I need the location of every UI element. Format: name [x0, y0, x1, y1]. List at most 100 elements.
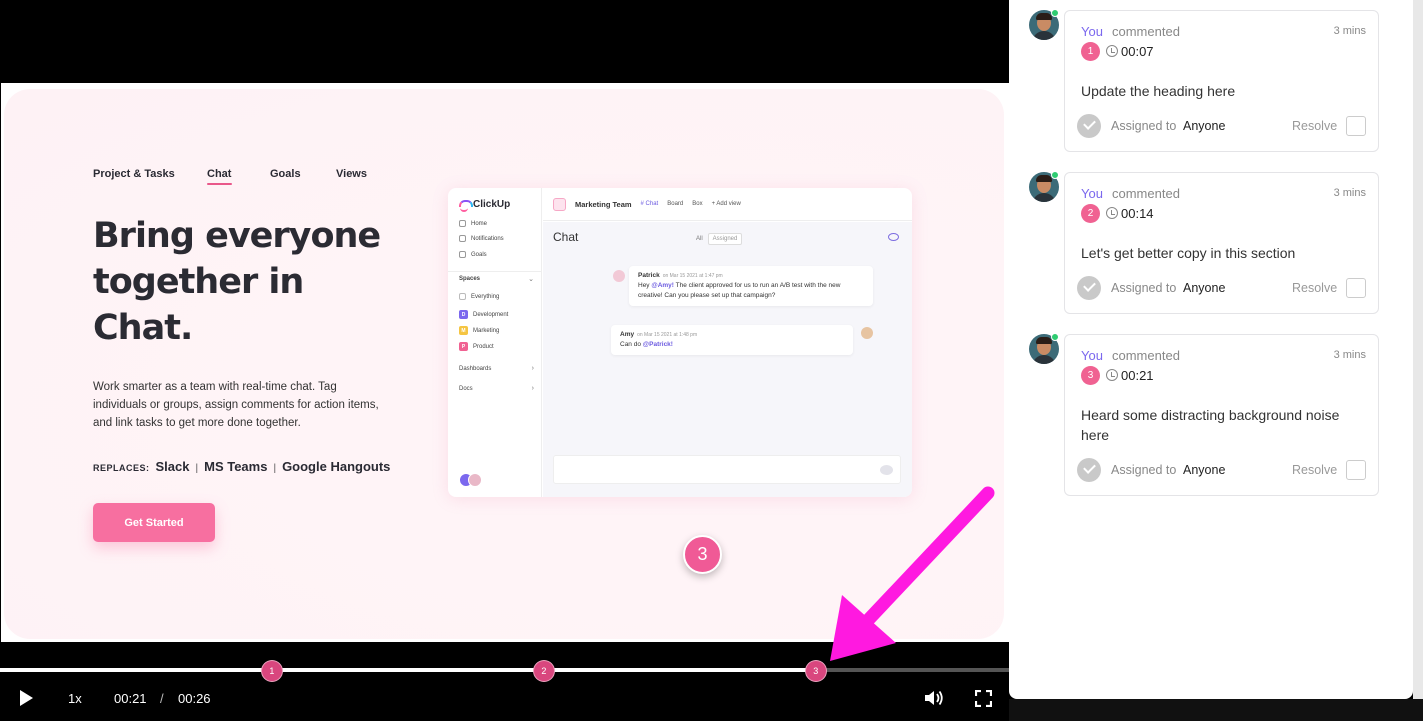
- chat-bubble-icon: [880, 465, 893, 475]
- comment-number-badge: 1: [1081, 42, 1100, 61]
- clock-icon: [1106, 207, 1118, 219]
- sidebar-item-dashboards: Dashboards: [459, 366, 492, 372]
- replaces-app: Slack: [155, 459, 190, 474]
- comment-number-badge: 3: [1081, 366, 1100, 385]
- comment-card: You commented 3 mins 1 00:07 Update the …: [1064, 10, 1379, 152]
- avatar: [613, 270, 625, 282]
- resolve-label: Resolve: [1292, 119, 1338, 133]
- chat-message: Patrick on Mar 15 2021 at 1:47 pm Hey @Am…: [629, 266, 873, 306]
- nav-views: Views: [336, 168, 367, 180]
- clickup-logo-icon: [459, 199, 473, 212]
- replaces-app: Google Hangouts: [282, 459, 391, 474]
- avatar: [468, 473, 482, 487]
- timeline-marker[interactable]: 1: [260, 660, 283, 682]
- assignee[interactable]: Anyone: [1183, 119, 1225, 133]
- assign-check-icon[interactable]: [1077, 458, 1101, 482]
- comment-age: 3 mins: [1333, 349, 1366, 361]
- comment-timestamp[interactable]: 00:07: [1121, 44, 1154, 59]
- comment-card: You commented 3 mins 3 00:21 Heard some …: [1064, 334, 1379, 496]
- sidebar-item-docs: Docs: [459, 386, 473, 392]
- eye-icon: [888, 233, 899, 241]
- chat-input: [553, 455, 901, 484]
- hero-heading: Bring everyone together in Chat.: [93, 216, 381, 348]
- comment-timestamp[interactable]: 00:21: [1121, 368, 1154, 383]
- time-separator: /: [160, 691, 164, 706]
- comment-author: You: [1081, 24, 1103, 39]
- play-icon[interactable]: [20, 690, 33, 706]
- nav-project-tasks: Project & Tasks: [93, 168, 175, 180]
- sidebar-item-notifications: Notifications: [459, 235, 504, 242]
- nav-goals: Goals: [270, 168, 301, 180]
- hero-body-text: Work smarter as a team with real-time ch…: [93, 381, 379, 429]
- chat-view: Chat All Assigned Patrick on Mar 15 2021 …: [543, 222, 912, 497]
- chat-message: Amy on Mar 15 2021 at 1:48 pm Can do @Pat…: [611, 325, 853, 355]
- clickup-logo: ClickUp: [459, 199, 510, 212]
- comment-text: Heard some distracting background noise …: [1081, 407, 1340, 443]
- comments-panel: You commented 3 mins 1 00:07 Update the …: [1009, 0, 1413, 699]
- space-marketing: M Marketing: [459, 326, 499, 335]
- nav-chat: Chat: [207, 168, 232, 180]
- clock-icon: [1106, 369, 1118, 381]
- assign-check-icon[interactable]: [1077, 114, 1101, 138]
- tab-add-view: + Add view: [711, 201, 741, 207]
- comment-card: You commented 3 mins 2 00:14 Let's get b…: [1064, 172, 1379, 314]
- bell-icon: [459, 235, 466, 242]
- replaces-line: REPLACES: Slack | MS Teams | Google Hang…: [93, 459, 391, 474]
- video-player[interactable]: Project & Tasks Chat Goals Views Bring e…: [0, 0, 1010, 721]
- avatar: [861, 327, 873, 339]
- assign-check-icon[interactable]: [1077, 276, 1101, 300]
- replaces-label: REPLACES:: [93, 463, 150, 473]
- chevron-right-icon: ›: [531, 385, 534, 392]
- space-everything: Everything: [459, 293, 499, 300]
- online-indicator: [1051, 333, 1059, 341]
- resolve-label: Resolve: [1292, 463, 1338, 477]
- timeline-marker[interactable]: 2: [532, 660, 555, 682]
- resolve-checkbox[interactable]: [1346, 460, 1366, 480]
- chat-title: Chat: [553, 230, 579, 244]
- tab-chat: # Chat: [640, 201, 659, 207]
- space-product: P Product: [459, 342, 494, 351]
- space-development: D Development: [459, 310, 508, 319]
- fullscreen-icon[interactable]: [975, 690, 992, 707]
- clock-icon: [1106, 45, 1118, 57]
- tab-board: Board: [667, 201, 684, 207]
- comment-text: Let's get better copy in this section: [1081, 245, 1296, 261]
- home-icon: [459, 220, 466, 227]
- playback-speed[interactable]: 1x: [68, 691, 82, 706]
- volume-icon[interactable]: [924, 689, 944, 707]
- spaces-header: Spaces: [459, 276, 481, 282]
- comment-author: You: [1081, 186, 1103, 201]
- grid-icon: [459, 293, 466, 300]
- app-sidebar: ClickUp Home Notifications Goals Spaces …: [448, 188, 542, 497]
- sidebar-item-home: Home: [459, 220, 487, 227]
- tab-box: Box: [692, 201, 703, 207]
- comment-text: Update the heading here: [1081, 83, 1236, 99]
- current-time: 00:21: [114, 691, 147, 706]
- chevron-right-icon: ›: [531, 365, 534, 372]
- online-indicator: [1051, 171, 1059, 179]
- comment-number-badge: 2: [1081, 204, 1100, 223]
- replaces-app: MS Teams: [204, 459, 268, 474]
- annotation-arrow: [830, 486, 995, 661]
- comment-marker-overlay[interactable]: 3: [683, 535, 722, 574]
- comment-age: 3 mins: [1333, 25, 1366, 37]
- chat-filter: All Assigned: [696, 233, 743, 245]
- sidebar-avatars: [459, 473, 482, 487]
- team-name: Marketing Team: [575, 199, 632, 209]
- resolve-checkbox[interactable]: [1346, 278, 1366, 298]
- get-started-button: Get Started: [93, 503, 215, 542]
- assignee[interactable]: Anyone: [1183, 463, 1225, 477]
- resolve-checkbox[interactable]: [1346, 116, 1366, 136]
- resolve-label: Resolve: [1292, 281, 1338, 295]
- comment-timestamp[interactable]: 00:14: [1121, 206, 1154, 221]
- duration: 00:26: [178, 691, 211, 706]
- online-indicator: [1051, 9, 1059, 17]
- app-screenshot: ClickUp Home Notifications Goals Spaces …: [448, 188, 912, 497]
- comment-age: 3 mins: [1333, 187, 1366, 199]
- comment-author: You: [1081, 348, 1103, 363]
- assignee[interactable]: Anyone: [1183, 281, 1225, 295]
- progress-fill: [0, 668, 819, 672]
- sidebar-item-goals: Goals: [459, 251, 487, 258]
- chevron-down-icon: ⌄: [528, 276, 534, 283]
- timeline-marker[interactable]: 3: [804, 660, 827, 682]
